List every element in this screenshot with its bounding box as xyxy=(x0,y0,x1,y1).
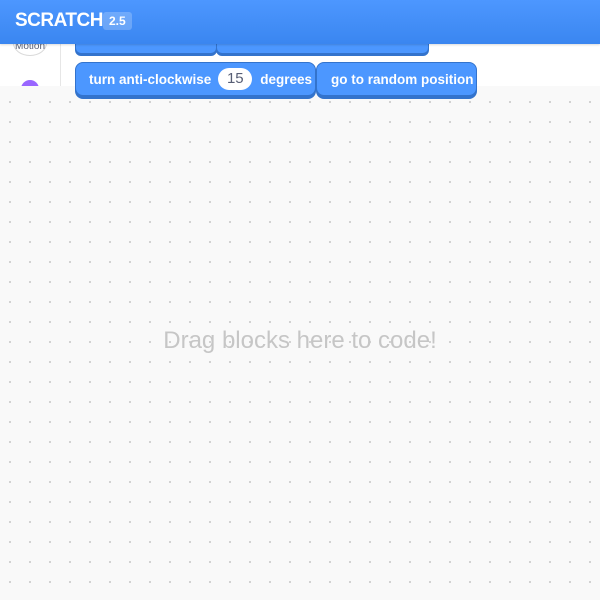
block-label: degrees xyxy=(260,71,313,87)
code-workspace[interactable]: Drag blocks here to code! xyxy=(0,86,600,600)
partial-motion-block[interactable] xyxy=(75,44,217,54)
degrees-input[interactable]: 15 xyxy=(218,68,253,90)
version-badge: 2.5 xyxy=(103,12,132,30)
workspace-empty-hint: Drag blocks here to code! xyxy=(163,327,437,354)
go-to-random-position-block[interactable]: go to random position xyxy=(316,62,477,96)
scratch-logo[interactable]: SCRATCH xyxy=(15,10,103,32)
block-label: turn anti-clockwise xyxy=(89,71,212,87)
partial-motion-block[interactable] xyxy=(216,44,429,54)
top-header-bar: SCRATCH 2.5 xyxy=(0,0,600,44)
scratch-app: SCRATCH 2.5 Motion Drag blocks here to c… xyxy=(0,0,600,600)
category-motion-label[interactable]: Motion xyxy=(0,44,60,52)
category-menu: Motion xyxy=(0,44,61,86)
turn-anticlockwise-block[interactable]: turn anti-clockwise 15 degrees xyxy=(75,62,316,96)
category-looks-circle-icon[interactable] xyxy=(21,80,39,86)
block-label: go to random position xyxy=(331,71,474,87)
